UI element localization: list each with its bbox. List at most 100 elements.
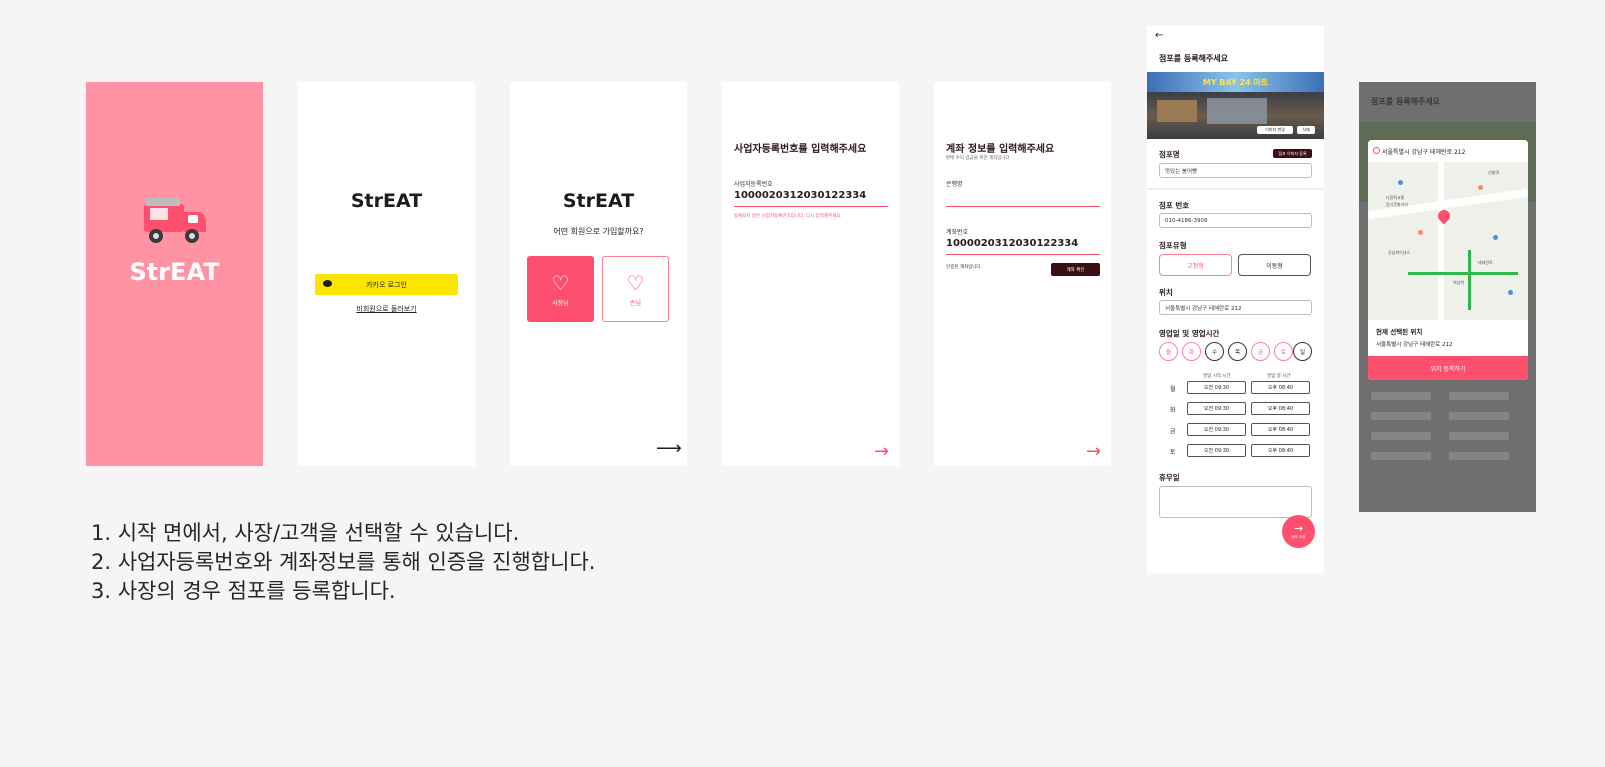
day-toggle-mon[interactable]: 월 xyxy=(1159,342,1178,361)
mobile-type-button[interactable]: 이동형 xyxy=(1238,254,1311,276)
store-registration-screen: ← 점포를 등록해주세요 MY BAY 24 마트 이미지 변경 삭제 점포명 … xyxy=(1147,26,1324,573)
business-number-field[interactable]: 1000020312030122334 xyxy=(734,190,866,201)
closed-days-label: 휴무일 xyxy=(1159,473,1180,482)
storefront-goods xyxy=(1157,100,1197,122)
current-location-title: 현재 선택된 위치 xyxy=(1376,328,1423,336)
open-time-field[interactable]: 오전 09:30 xyxy=(1187,381,1246,394)
poi-marker xyxy=(1493,235,1498,240)
member-type-screen: StrEAT 어떤 회원으로 가입할까요? ♡ 사장님 ♡ 손님 ⟶ xyxy=(510,82,687,466)
location-picker-screen: 점포를 등록해주세요 다람쥐교통 음식문화거리 역삼역 선릉역 강남파이낸스 테… xyxy=(1359,82,1536,512)
business-number-label: 사업자등록번호 xyxy=(734,181,773,188)
arrow-right-icon[interactable]: → xyxy=(1086,443,1101,461)
faded-row xyxy=(1371,412,1431,420)
register-location-button[interactable]: 위치 등록하기 xyxy=(1368,356,1528,380)
store-phone-label: 점포 번호 xyxy=(1159,201,1190,210)
fixed-type-button[interactable]: 고정형 xyxy=(1159,254,1232,276)
day-toggle-thu[interactable]: 목 xyxy=(1228,342,1247,361)
page-title: 계좌 정보를 입력해주세요 xyxy=(946,144,1055,155)
arrow-right-icon[interactable]: ⟶ xyxy=(656,440,682,458)
brand-title: StrEAT xyxy=(350,190,423,212)
member-type-question: 어떤 회원으로 가입할까요? xyxy=(553,227,644,236)
close-time-field[interactable]: 오후 08:40 xyxy=(1251,444,1310,457)
heart-icon: ♡ xyxy=(551,270,570,295)
owner-label: 사장님 xyxy=(552,299,569,307)
arrow-right-icon[interactable]: → xyxy=(874,443,889,461)
open-time-header: 영업 시작 시간 xyxy=(1203,374,1231,379)
splash-screen: StrEAT xyxy=(86,82,263,466)
kakao-login-button[interactable]: 카카오 로그인 xyxy=(315,274,458,295)
business-number-screen: 사업자등록번호를 입력해주세요 사업자등록번호 1000020312030122… xyxy=(722,82,899,466)
closed-days-input[interactable] xyxy=(1159,486,1312,518)
guest-browse-link[interactable]: 비회원으로 둘러보기 xyxy=(298,304,475,314)
save-store-label: 점포 저장 xyxy=(1291,535,1306,539)
delete-image-button[interactable]: 삭제 xyxy=(1297,126,1315,134)
back-arrow-icon[interactable]: ← xyxy=(1155,30,1163,41)
bank-label: 은행명 xyxy=(946,181,963,188)
open-time-field[interactable]: 오전 09:30 xyxy=(1187,402,1246,415)
location-modal: 다람쥐교통 음식문화거리 역삼역 선릉역 강남파이낸스 테헤란로 서울특별시 강… xyxy=(1368,140,1528,380)
food-truck-icon xyxy=(144,198,206,243)
account-number-field[interactable]: 1000020312030122334 xyxy=(946,238,1078,249)
day-toggle-sun[interactable]: 일 xyxy=(1293,342,1312,361)
day-toggle-tue[interactable]: 화 xyxy=(1182,342,1201,361)
subway-line xyxy=(1468,250,1471,310)
open-time-field[interactable]: 오전 09:30 xyxy=(1187,444,1246,457)
account-screen: 계좌 정보를 입력해주세요 판매 수익 입금을 위한 계좌입니다 은행명 계좌번… xyxy=(934,82,1111,466)
login-screen: StrEAT 카카오 로그인 비회원으로 둘러보기 xyxy=(298,82,475,466)
hours-day: 금 xyxy=(1170,428,1176,435)
bank-field[interactable] xyxy=(946,206,1100,207)
close-time-field[interactable]: 오후 08:40 xyxy=(1251,402,1310,415)
address-search-input[interactable]: 서울특별시 강남구 테헤란로 212 xyxy=(1368,140,1528,162)
poi-marker xyxy=(1398,180,1403,185)
caption-line-1: 1. 시작 면에서, 사장/고객을 선택할 수 있습니다. xyxy=(91,521,520,545)
page-subtitle: 판매 수익 입금을 위한 계좌입니다 xyxy=(946,156,1010,161)
open-time-field[interactable]: 오전 09:30 xyxy=(1187,423,1246,436)
store-name-input[interactable]: 맛있는 붕어빵 xyxy=(1159,163,1312,178)
poi-marker xyxy=(1418,230,1423,235)
location-input[interactable]: 서울특별시 강남구 테헤란로 212 xyxy=(1159,300,1312,315)
day-toggle-sat[interactable]: 토 xyxy=(1274,342,1293,361)
page-title: 점포를 등록해주세요 xyxy=(1159,54,1229,63)
verify-account-button[interactable]: 계좌 확인 xyxy=(1051,263,1100,276)
register-image-button[interactable]: 점포 이미지 등록 xyxy=(1273,149,1312,158)
store-sign: MY BAY 24 마트 xyxy=(1147,72,1324,92)
store-photo: MY BAY 24 마트 이미지 변경 삭제 xyxy=(1147,72,1324,139)
day-toggle-fri[interactable]: 금 xyxy=(1251,342,1270,361)
map-view[interactable]: 다람쥐교통 음식문화거리 역삼역 선릉역 강남파이낸스 테헤란로 서울특별시 강… xyxy=(1368,140,1528,320)
map-label: 다람쥐교통 xyxy=(1386,195,1405,200)
current-location-address: 서울특별시 강남구 테헤란로 212 xyxy=(1376,342,1453,348)
error-message: 등록되지 않은 사업자등록번호입니다. 다시 입력해주세요. xyxy=(734,214,842,219)
page-title: 사업자등록번호를 입력해주세요 xyxy=(734,144,867,155)
brand-title: StrEAT xyxy=(562,190,635,212)
map-label: 음식문화거리 xyxy=(1386,202,1409,207)
owner-type-card[interactable]: ♡ 사장님 xyxy=(527,256,594,322)
divider xyxy=(1147,188,1324,190)
search-value: 서울특별시 강남구 테헤란로 212 xyxy=(1382,148,1466,156)
hours-day: 월 xyxy=(1170,386,1176,393)
speech-bubble-icon xyxy=(323,280,332,287)
customer-type-card[interactable]: ♡ 손님 xyxy=(602,256,669,322)
close-time-header: 영업 끝 시간 xyxy=(1267,374,1291,379)
field-underline xyxy=(734,206,888,207)
poi-marker xyxy=(1478,185,1483,190)
close-time-field[interactable]: 오후 08:40 xyxy=(1251,423,1310,436)
map-label: 선릉역 xyxy=(1488,170,1500,175)
hours-day: 토 xyxy=(1170,449,1176,456)
splash-logo-text: StrEAT xyxy=(129,258,220,286)
faded-row xyxy=(1449,412,1509,420)
faded-row xyxy=(1371,432,1431,440)
arrow-right-icon: → xyxy=(1293,522,1304,535)
map-label: 역삼역 xyxy=(1453,280,1465,285)
store-phone-input[interactable]: 010-4186-3909 xyxy=(1159,213,1312,228)
hours-label: 영업일 및 영업시간 xyxy=(1159,329,1220,338)
close-time-field[interactable]: 오후 08:40 xyxy=(1251,381,1310,394)
store-name-label: 점포명 xyxy=(1159,150,1180,159)
heart-icon: ♡ xyxy=(626,270,645,295)
faded-row xyxy=(1449,452,1509,460)
faded-page-title: 점포를 등록해주세요 xyxy=(1371,97,1441,106)
change-image-button[interactable]: 이미지 변경 xyxy=(1257,126,1293,134)
search-icon xyxy=(1373,147,1380,154)
save-store-button[interactable]: → 점포 저장 xyxy=(1282,515,1315,548)
field-underline xyxy=(946,254,1100,255)
day-toggle-wed[interactable]: 수 xyxy=(1205,342,1224,361)
